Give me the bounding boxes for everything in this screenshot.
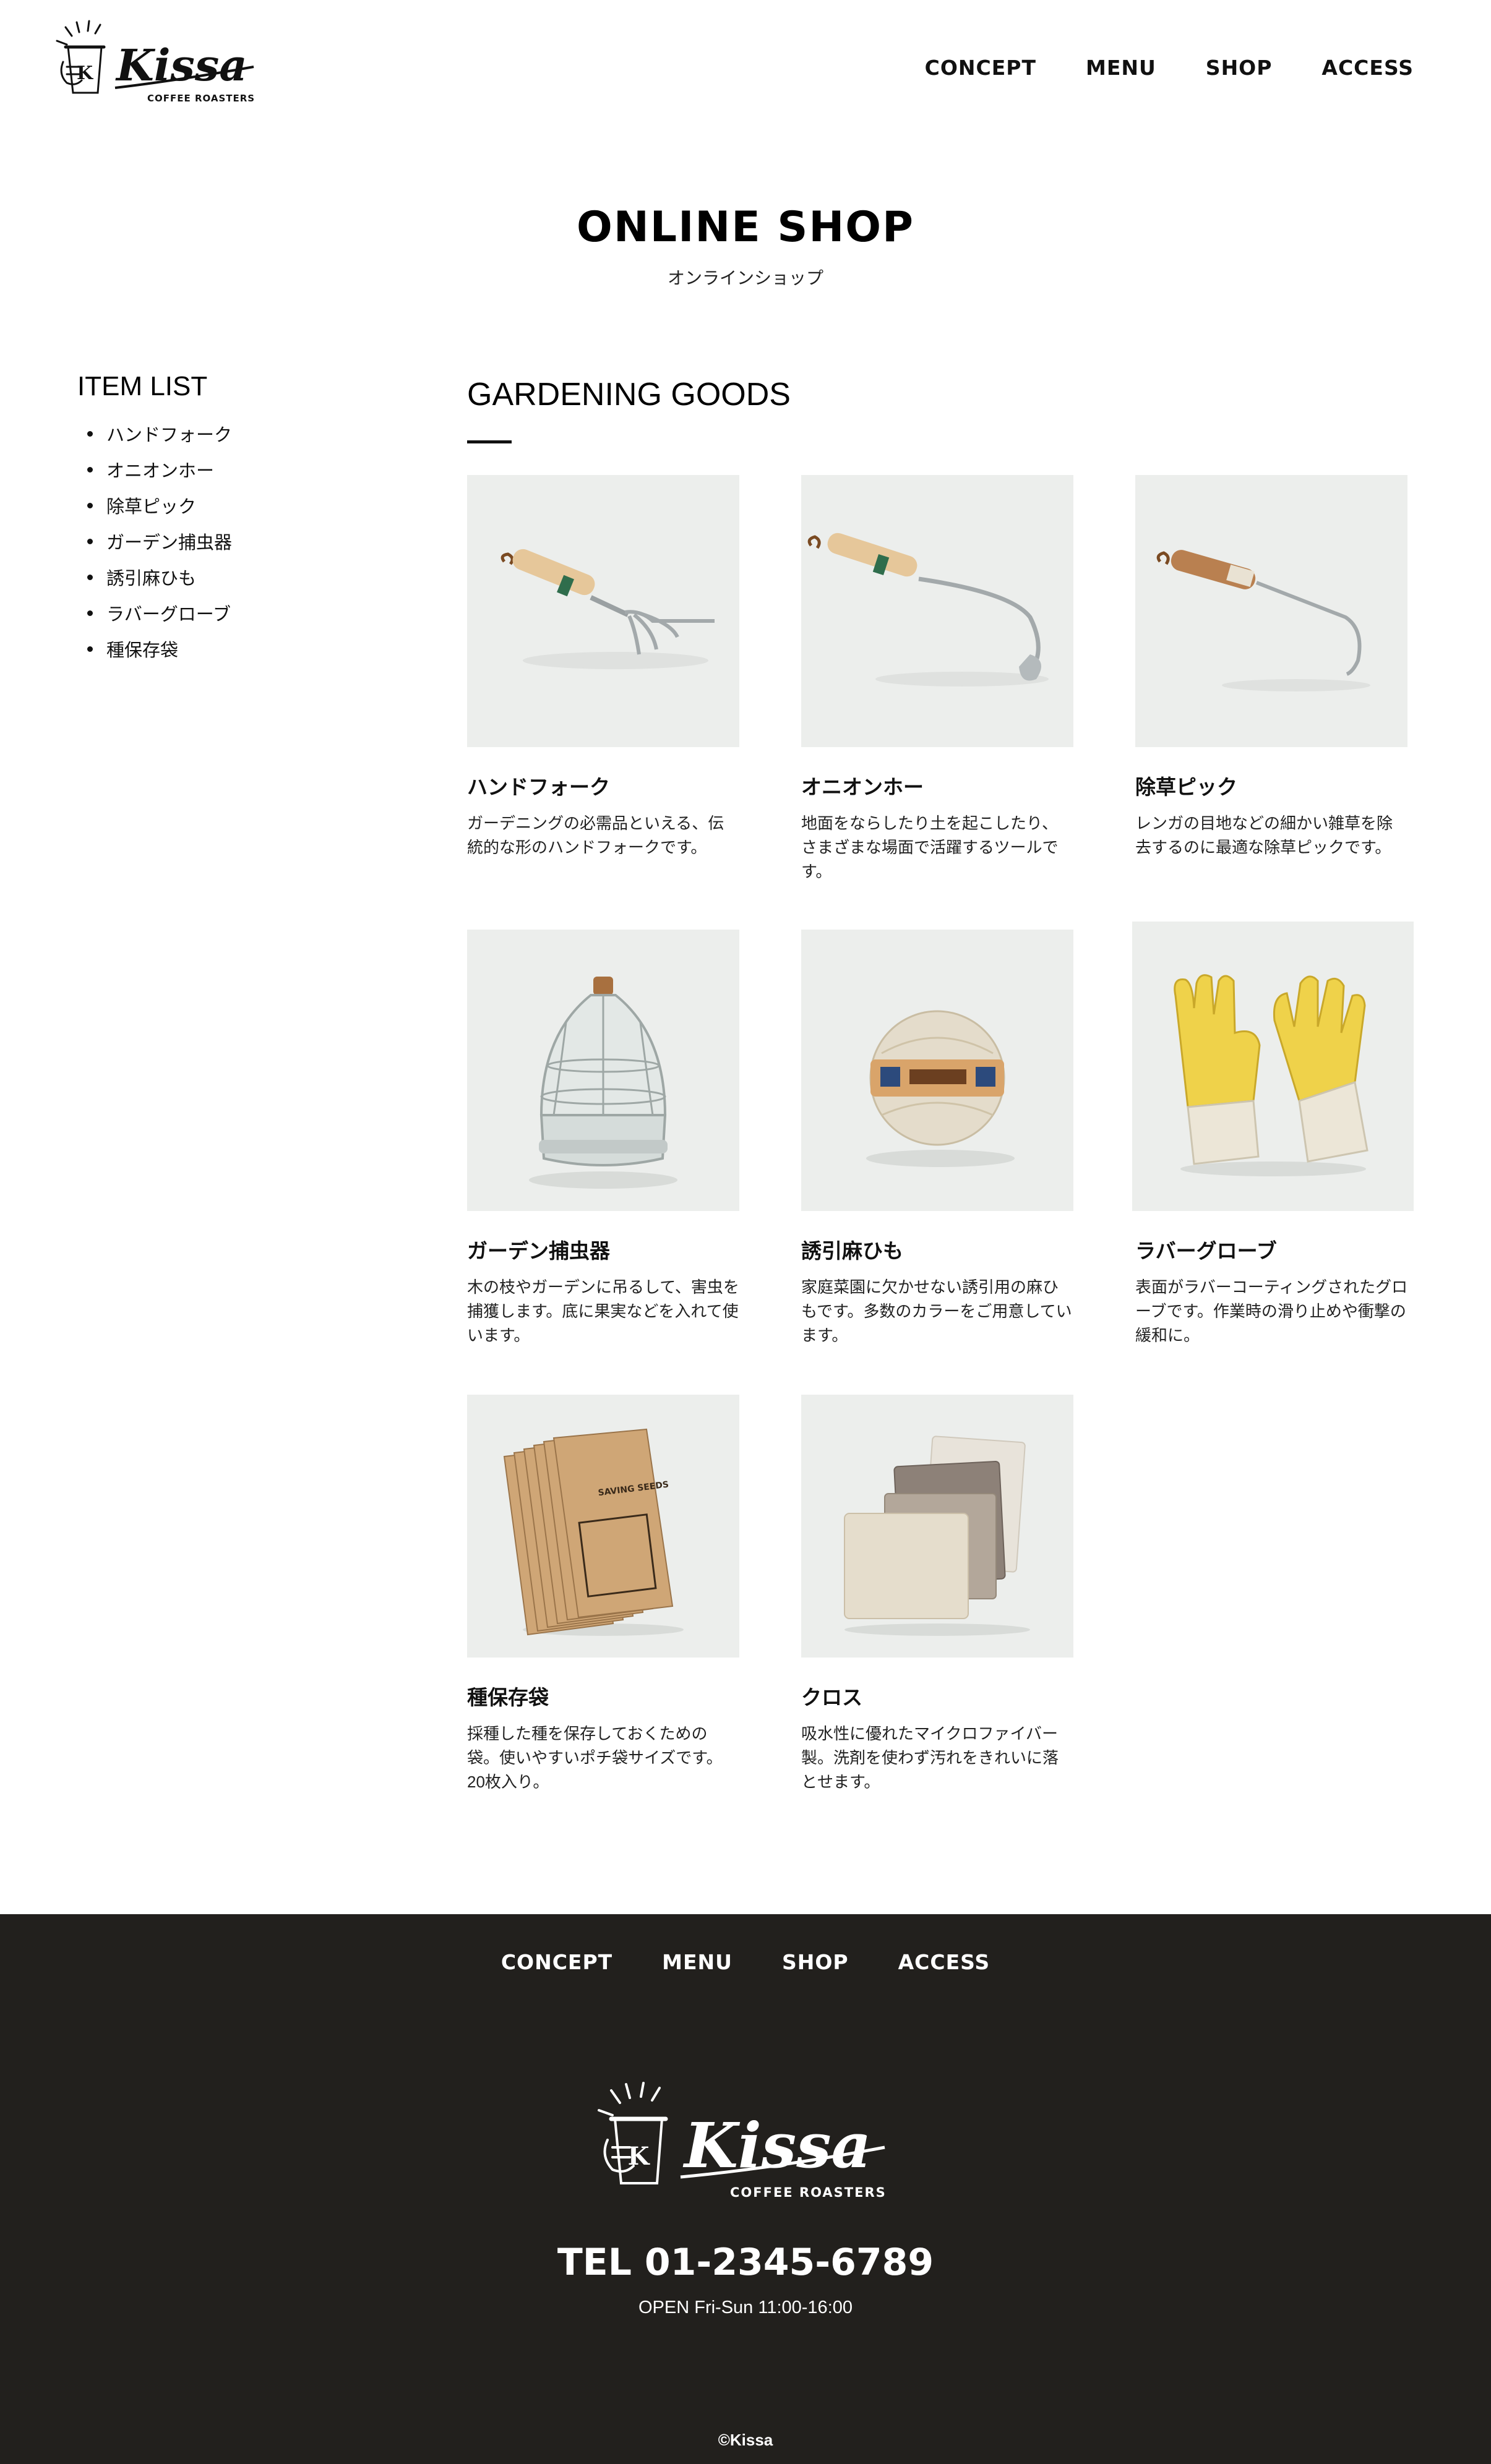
product-name[interactable]: ラバーグローブ — [1135, 1234, 1414, 1264]
product-name[interactable]: 除草ピック — [1135, 771, 1407, 800]
product-description: 地面をならしたり土を起こしたり、さまざまな場面で活躍するツールです。 — [801, 814, 1059, 881]
product-card-rubber-gloves[interactable]: ラバーグローブ 表面がラバーコーティングされたグローブです。作業時の滑り止めや衝… — [1132, 922, 1414, 1348]
sidebar-item-onion-hoe[interactable]: オニオンホー — [87, 451, 387, 487]
product-description: ガーデニングの必需品といえる、伝統的な形のハンドフォークです。 — [467, 814, 724, 857]
footer-nav-menu[interactable]: MENU — [662, 1950, 733, 1974]
product-card-hand-fork[interactable]: ハンドフォーク ガーデニングの必需品といえる、伝統的な形のハンドフォークです。 — [467, 475, 739, 860]
product-name[interactable]: ガーデン捕虫器 — [467, 1234, 739, 1264]
logo-subtitle: COFFEE ROASTERS — [147, 93, 255, 104]
main-nav: CONCEPT MENU SHOP ACCESS — [925, 56, 1414, 80]
sidebar-item-weeding-pick[interactable]: 除草ピック — [87, 487, 387, 523]
product-card-weeding-pick[interactable]: 除草ピック レンガの目地などの細かい雑草を除去するのに最適な除草ピックです。 — [1135, 475, 1407, 860]
onion-hoe-photo[interactable] — [801, 475, 1073, 747]
footer-nav-shop[interactable]: SHOP — [782, 1950, 849, 1974]
product-card-cloth[interactable]: クロス 吸水性に優れたマイクロファイバー製。洗剤を使わず汚れをきれいに落とせます… — [801, 1395, 1073, 1794]
twine-ball-photo[interactable] — [801, 930, 1073, 1211]
footer-hours: OPEN Fri-Sun 11:00-16:00 — [638, 2298, 853, 2317]
sidebar-item-twine[interactable]: 誘引麻ひも — [87, 559, 387, 595]
product-card-insect-trap[interactable]: ガーデン捕虫器 木の枝やガーデンに吊るして、害虫を捕獲します。底に果実などを入れ… — [467, 930, 739, 1348]
sidebar-item-hand-fork[interactable]: ハンドフォーク — [87, 416, 387, 451]
product-card-twine[interactable]: 誘引麻ひも 家庭菜園に欠かせない誘引用の麻ひもです。多数のカラーをご用意していま… — [801, 930, 1073, 1348]
nav-shop[interactable]: SHOP — [1206, 56, 1273, 80]
svg-text:K: K — [77, 62, 93, 84]
sidebar-item-rubber-gloves[interactable]: ラバーグローブ — [87, 595, 387, 631]
sidebar-title: ITEM LIST — [77, 371, 208, 401]
cloth-photo[interactable] — [801, 1395, 1073, 1658]
footer-logo-wordmark: Kissa — [682, 2109, 871, 2182]
product-name[interactable]: クロス — [801, 1681, 1073, 1711]
footer-tel[interactable]: TEL 01-2345-6789 — [0, 2241, 1491, 2284]
kissa-logo[interactable]: K Kissa COFFEE ROASTERS — [54, 19, 265, 118]
item-list: ハンドフォーク オニオンホー 除草ピック ガーデン捕虫器 誘引麻ひも ラバーグロ… — [77, 416, 387, 667]
product-name[interactable]: ハンドフォーク — [467, 771, 739, 800]
product-description: 木の枝やガーデンに吊るして、害虫を捕獲します。底に果実などを入れて使います。 — [467, 1278, 739, 1345]
title-underline — [467, 440, 512, 443]
product-description: 採種した種を保存しておくための袋。使いやすいポチ袋サイズです。20枚入り。 — [467, 1724, 723, 1791]
sidebar-item-insect-trap[interactable]: ガーデン捕虫器 — [87, 523, 387, 559]
logo-wordmark: Kissa — [115, 40, 247, 91]
footer-nav-concept[interactable]: CONCEPT — [501, 1950, 612, 1974]
rubber-gloves-photo[interactable] — [1132, 922, 1414, 1211]
site-header: K Kissa COFFEE ROASTERS CONCEPT MENU SHO… — [0, 0, 1491, 136]
product-card-onion-hoe[interactable]: オニオンホー 地面をならしたり土を起こしたり、さまざまな場面で活躍するツールです… — [801, 475, 1073, 884]
product-name[interactable]: 誘引麻ひも — [801, 1234, 1073, 1264]
footer-logo-subtitle: COFFEE ROASTERS — [730, 2185, 887, 2200]
footer-nav: CONCEPT MENU SHOP ACCESS — [0, 1950, 1491, 1974]
footer-copyright: ©Kissa — [718, 2431, 773, 2449]
footer-nav-access[interactable]: ACCESS — [898, 1950, 990, 1974]
footer-kissa-logo[interactable]: K Kissa COFFEE ROASTERS — [594, 2078, 897, 2220]
page-subtitle: オンラインショップ — [667, 268, 823, 288]
weeding-pick-photo[interactable] — [1135, 475, 1407, 747]
section-title: GARDENING GOODS — [467, 377, 791, 413]
product-description: 表面がラバーコーティングされたグローブです。作業時の滑り止めや衝撃の緩和に。 — [1135, 1278, 1408, 1345]
nav-menu[interactable]: MENU — [1086, 56, 1156, 80]
product-name[interactable]: 種保存袋 — [467, 1681, 739, 1711]
product-description: レンガの目地などの細かい雑草を除去するのに最適な除草ピックです。 — [1135, 814, 1393, 857]
nav-access[interactable]: ACCESS — [1321, 56, 1414, 80]
site-footer: CONCEPT MENU SHOP ACCESS K Kissa COFFEE … — [0, 1914, 1491, 2464]
product-card-seed-bags[interactable]: SAVING SEEDS 種保存袋 採種した種を保存しておくための袋。使いやすい… — [467, 1395, 739, 1794]
sidebar-item-seed-bags[interactable]: 種保存袋 — [87, 631, 387, 667]
product-name[interactable]: オニオンホー — [801, 771, 1073, 800]
hand-fork-photo[interactable] — [467, 475, 739, 747]
product-description: 吸水性に優れたマイクロファイバー製。洗剤を使わず汚れをきれいに落とせます。 — [801, 1724, 1059, 1791]
product-section: GARDENING GOODS — [467, 376, 1420, 443]
seed-bags-photo[interactable]: SAVING SEEDS — [467, 1395, 739, 1658]
insect-trap-photo[interactable] — [467, 930, 739, 1211]
nav-concept[interactable]: CONCEPT — [925, 56, 1036, 80]
product-description: 家庭菜園に欠かせない誘引用の麻ひもです。多数のカラーをご用意しています。 — [801, 1278, 1072, 1345]
page-title: ONLINE SHOP — [577, 203, 914, 252]
svg-text:K: K — [628, 2142, 650, 2171]
item-list-sidebar: ITEM LIST ハンドフォーク オニオンホー 除草ピック ガーデン捕虫器 誘… — [77, 371, 387, 667]
